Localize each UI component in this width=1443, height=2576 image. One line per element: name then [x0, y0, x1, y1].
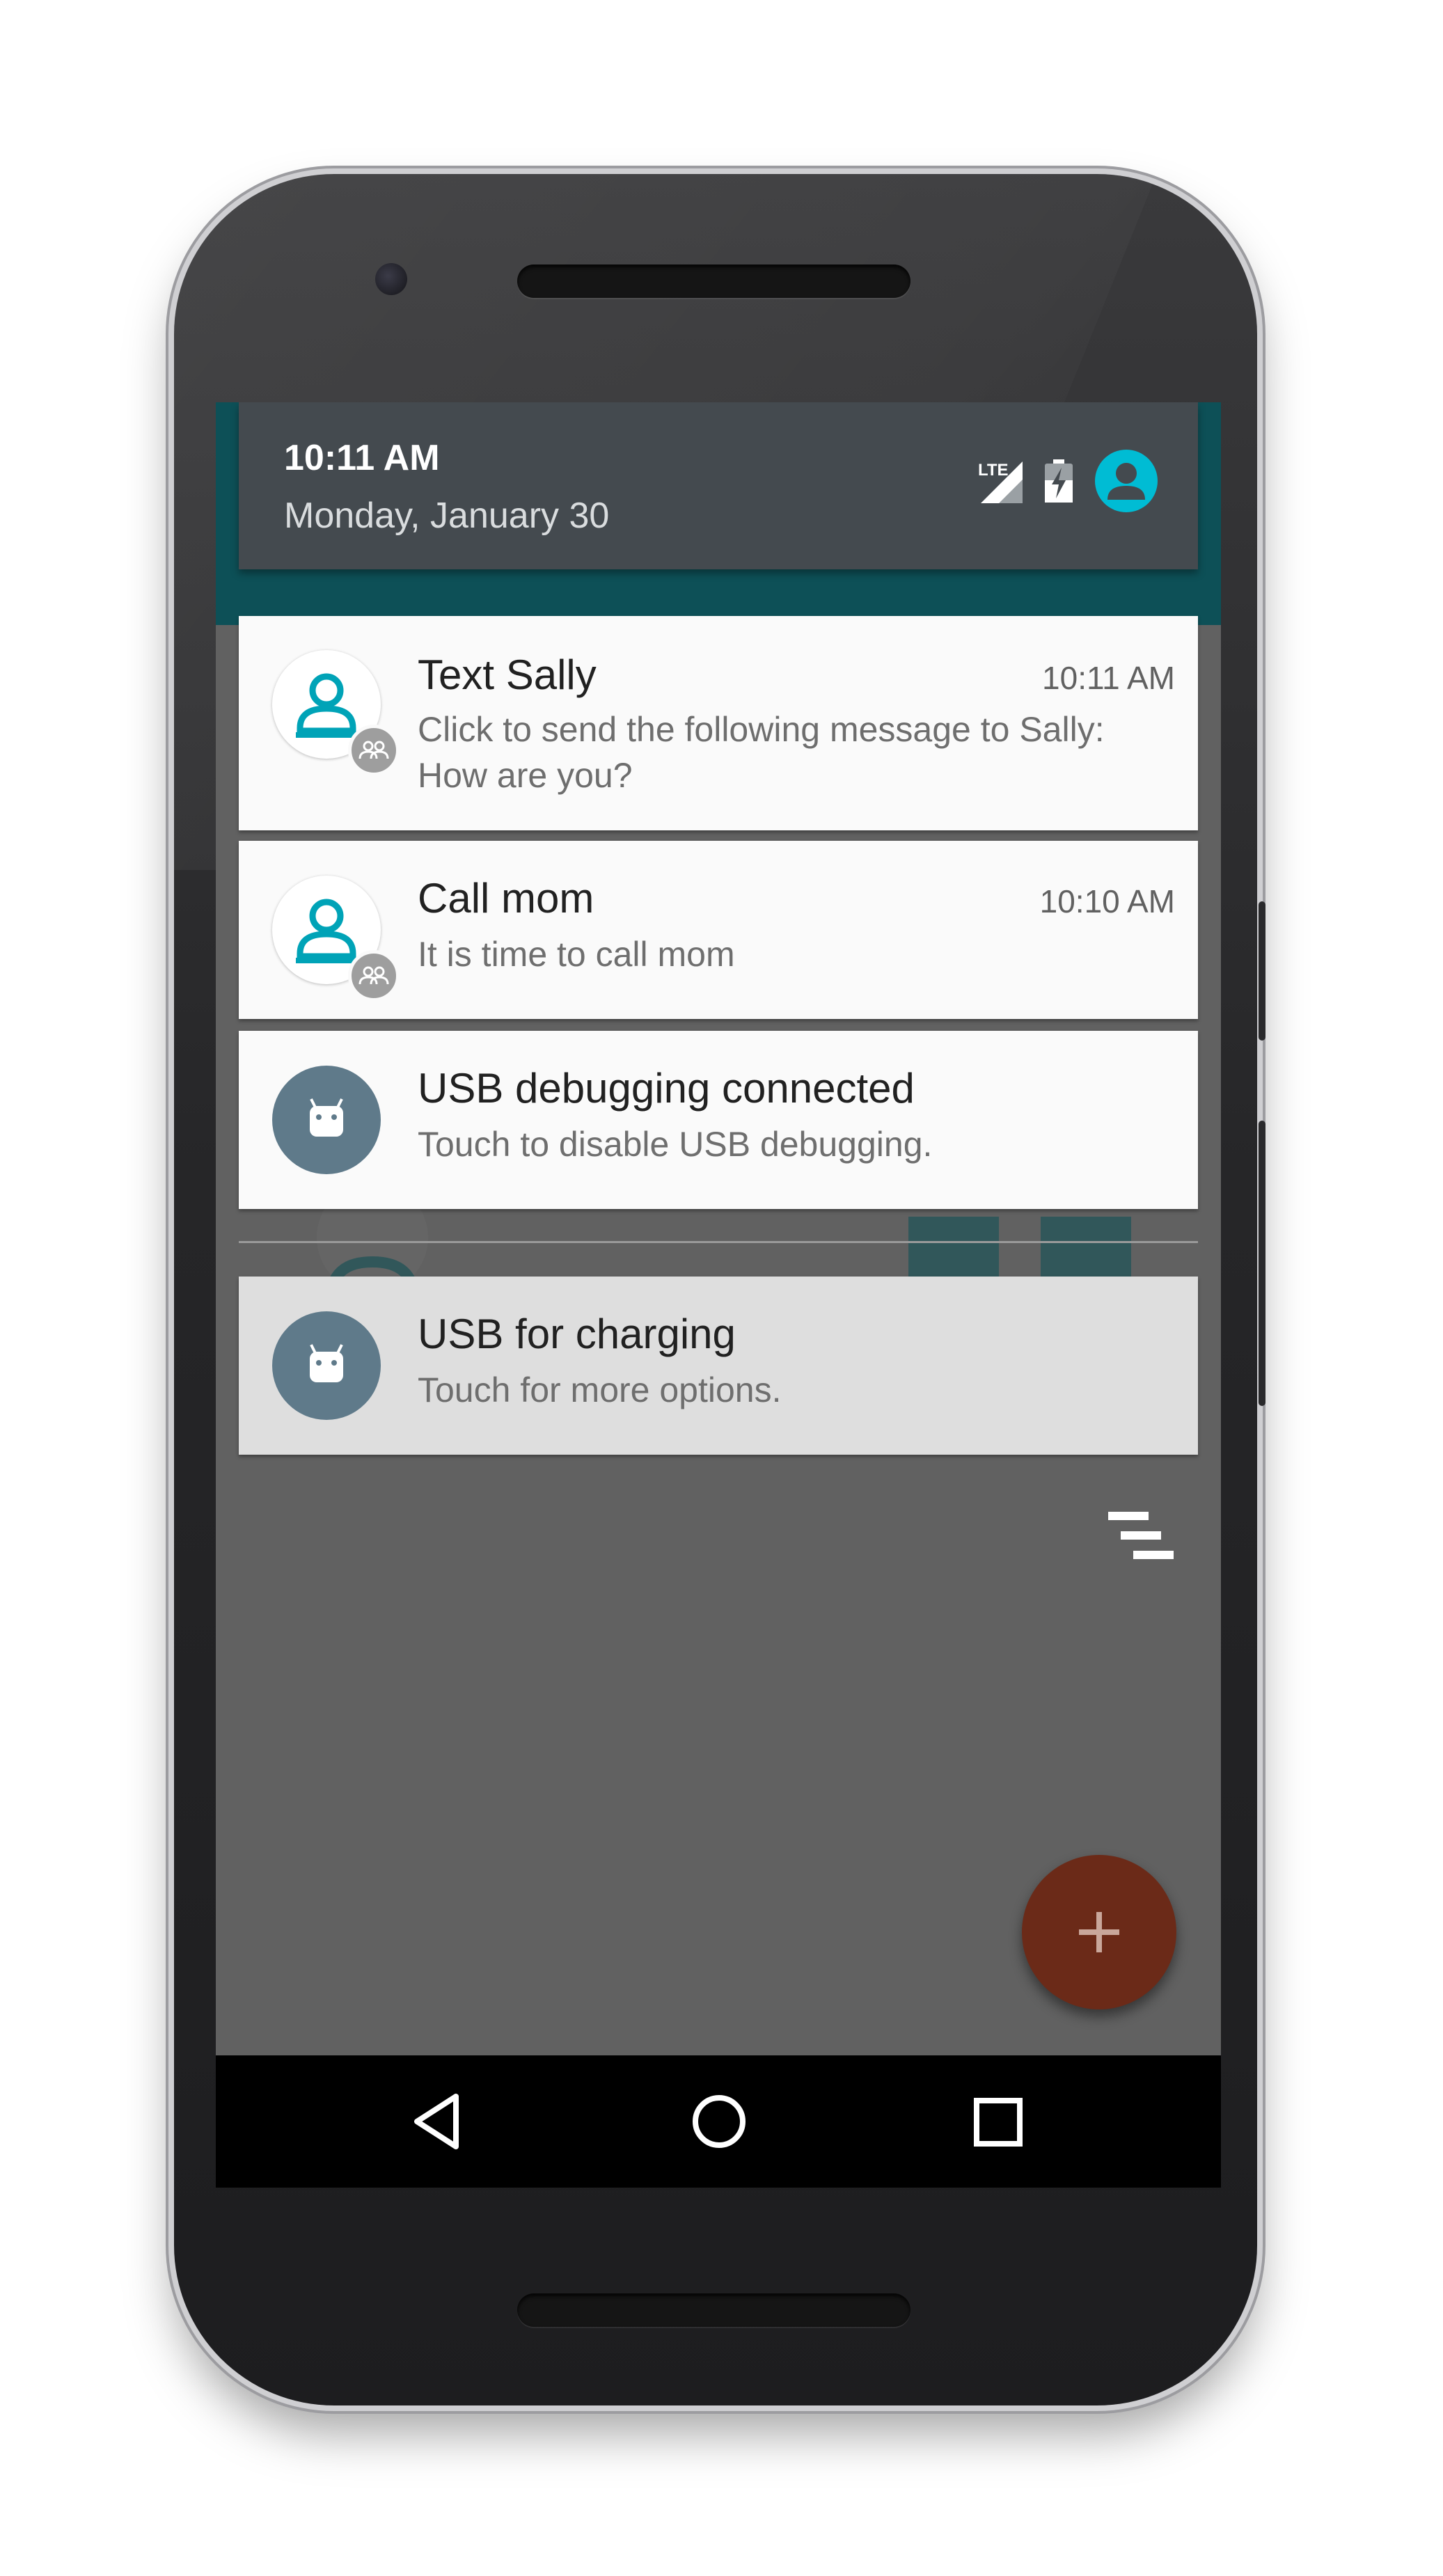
home-icon[interactable]	[684, 2087, 754, 2156]
navigation-bar	[216, 2055, 1221, 2188]
header-date[interactable]: Monday, January 30	[284, 495, 609, 537]
background-action-icons	[908, 1217, 1131, 1286]
group-icon	[348, 725, 400, 776]
avatar	[272, 1066, 381, 1174]
avatar	[272, 1311, 381, 1420]
add-fab-button[interactable]	[1022, 1855, 1176, 2009]
android-icon	[310, 1098, 343, 1137]
notification-usb-charging[interactable]: USB for charging Touch for more options.	[239, 1277, 1198, 1455]
network-label: LTE	[978, 461, 1009, 480]
power-button	[1259, 901, 1265, 1041]
status-icons: LTE	[978, 450, 1158, 512]
back-icon[interactable]	[407, 2087, 470, 2156]
signal-icon: LTE	[978, 461, 1023, 503]
user-account-icon[interactable]	[1095, 450, 1158, 512]
notification-title: USB for charging	[418, 1311, 736, 1357]
notification-text: Touch for more options.	[418, 1370, 782, 1409]
front-camera	[375, 263, 407, 295]
volume-button	[1259, 1121, 1265, 1406]
top-speaker	[517, 264, 910, 298]
notification-call-mom[interactable]: Call mom 10:10 AM It is time to call mom	[239, 841, 1198, 1019]
plus-icon	[1079, 1912, 1119, 1952]
notification-text: Touch to disable USB debugging.	[418, 1125, 933, 1164]
recents-icon[interactable]	[967, 2087, 1030, 2156]
notification-time: 10:11 AM	[1042, 660, 1175, 696]
notification-title: USB debugging connected	[418, 1065, 915, 1112]
android-icon	[310, 1344, 343, 1382]
notification-divider	[239, 1241, 1198, 1243]
notification-title: Text Sally	[418, 651, 597, 698]
notification-text: It is time to call mom	[418, 935, 735, 974]
notification-usb-debugging[interactable]: USB debugging connected Touch to disable…	[239, 1031, 1198, 1209]
battery-charging-icon	[1045, 459, 1073, 503]
header-time: 10:11 AM	[284, 438, 440, 478]
notification-title: Call mom	[418, 875, 594, 922]
group-icon	[348, 950, 400, 1002]
notification-time: 10:10 AM	[1039, 883, 1175, 919]
notification-text-sally[interactable]: Text Sally 10:11 AM Click to send the fo…	[239, 616, 1198, 830]
notification-text: Click to send the following message to S…	[418, 710, 1105, 795]
screen: 10:11 AM Monday, January 30 LTE Text Sal…	[216, 402, 1221, 2188]
notification-header: 10:11 AM Monday, January 30 LTE	[239, 402, 1198, 569]
bottom-speaker	[517, 2293, 910, 2327]
clear-all-icon[interactable]	[1108, 1509, 1178, 1565]
